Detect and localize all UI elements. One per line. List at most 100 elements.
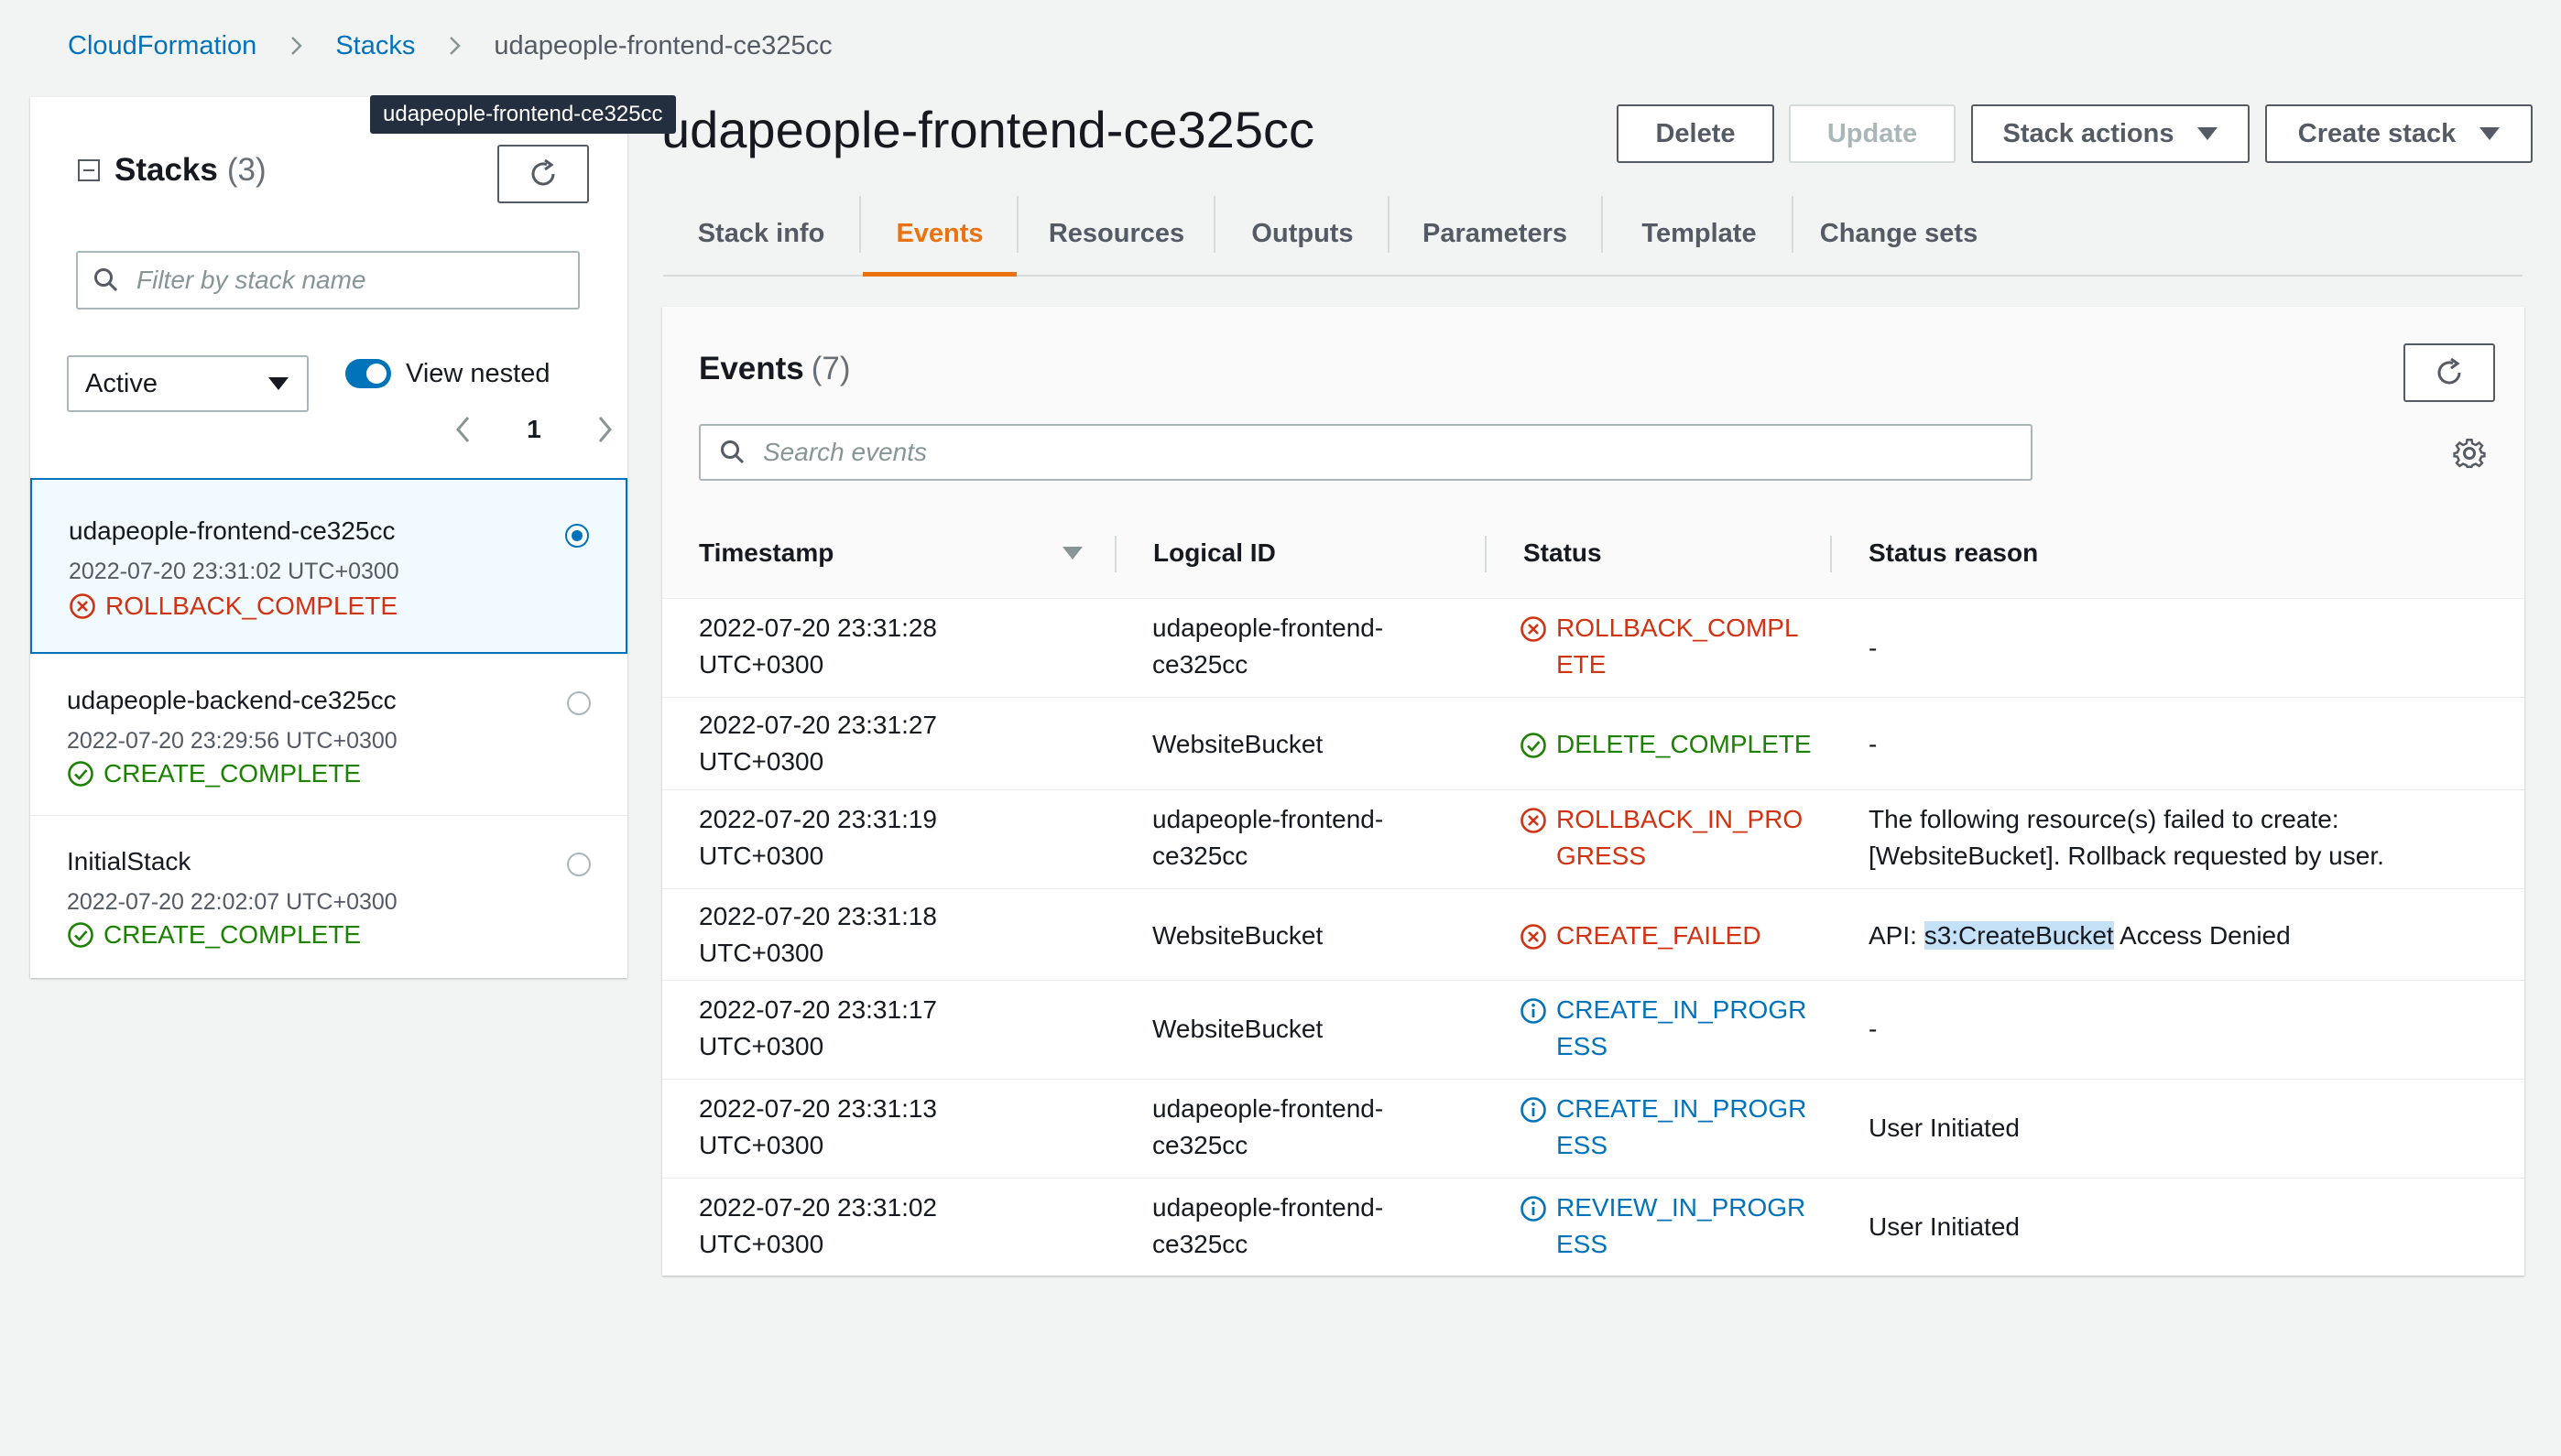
- table-row: 2022-07-20 23:31:27 UTC+0300 WebsiteBucke…: [662, 698, 2524, 790]
- tab-parameters[interactable]: Parameters: [1391, 192, 1598, 275]
- col-status[interactable]: Status: [1523, 508, 1602, 598]
- breadcrumb-current: udapeople-frontend-ce325cc: [494, 30, 833, 60]
- refresh-icon: [2437, 357, 2461, 385]
- status-reason-cell: The following resource(s) failed to crea…: [1869, 805, 2384, 870]
- timestamp-cell: 2022-07-20 23:31:13 UTC+0300: [699, 1094, 937, 1159]
- table-row: 2022-07-20 23:31:17 UTC+0300 WebsiteBucke…: [662, 981, 2524, 1080]
- status-reason-cell: User Initiated: [1869, 1212, 2020, 1241]
- tab-resources[interactable]: Resources: [1020, 192, 1213, 275]
- chevron-right-icon: [291, 37, 303, 55]
- stack-time: 2022-07-20 23:29:56 UTC+0300: [67, 728, 398, 754]
- col-timestamp[interactable]: Timestamp: [699, 508, 834, 598]
- stack-radio[interactable]: [565, 524, 589, 548]
- stack-item[interactable]: InitialStack 2022-07-20 22:02:07 UTC+030…: [30, 815, 627, 978]
- logical-id-cell: WebsiteBucket: [1152, 730, 1324, 758]
- sort-desc-icon[interactable]: [1063, 547, 1083, 560]
- gear-icon[interactable]: [2451, 435, 2488, 472]
- stack-radio[interactable]: [567, 691, 591, 715]
- refresh-icon: [531, 158, 555, 186]
- delete-button[interactable]: Delete: [1617, 104, 1774, 163]
- error-icon: [1520, 808, 1546, 833]
- col-status-reason[interactable]: Status reason: [1869, 508, 2038, 598]
- stack-actions-label: Stack actions: [2002, 118, 2174, 148]
- tab-template[interactable]: Template: [1605, 192, 1793, 275]
- info-icon: [1520, 998, 1546, 1024]
- tab-events[interactable]: Events: [863, 192, 1017, 277]
- status-reason-cell: API: s3:CreateBucket Access Denied: [1869, 921, 2291, 950]
- logical-id-cell: WebsiteBucket: [1152, 921, 1324, 950]
- refresh-stacks-button[interactable]: [497, 145, 589, 203]
- info-icon: [1520, 1196, 1546, 1222]
- tab-outputs[interactable]: Outputs: [1217, 192, 1388, 275]
- breadcrumb: CloudFormation Stacks udapeople-frontend…: [68, 27, 833, 64]
- events-panel: Events(7) Timestamp Logical ID Status St…: [662, 307, 2524, 1276]
- tooltip: udapeople-frontend-ce325cc: [370, 95, 676, 134]
- caret-down-icon: [2197, 127, 2218, 140]
- logical-id-cell: udapeople-frontend-ce325cc: [1152, 614, 1384, 679]
- tab-bar: Stack info Events Resources Outputs Para…: [663, 192, 2523, 277]
- error-icon: [1520, 924, 1546, 950]
- status-cell: ROLLBACK_IN_PRO GRESS: [1520, 801, 1822, 875]
- status-filter-select[interactable]: Active: [67, 355, 309, 412]
- stack-status: CREATE_COMPLETE: [67, 920, 361, 950]
- breadcrumb-stacks[interactable]: Stacks: [335, 31, 415, 61]
- status-reason-cell: -: [1869, 1015, 1878, 1043]
- table-row: 2022-07-20 23:31:18 UTC+0300 WebsiteBucke…: [662, 889, 2524, 981]
- tab-change-sets[interactable]: Change sets: [1795, 192, 2002, 275]
- table-row: 2022-07-20 23:31:13 UTC+0300 udapeople-fr…: [662, 1080, 2524, 1179]
- update-button[interactable]: Update: [1789, 104, 1956, 163]
- stack-item[interactable]: udapeople-frontend-ce325cc 2022-07-20 23…: [30, 478, 627, 654]
- status-cell: CREATE_FAILED: [1520, 918, 1822, 954]
- view-nested-label: View nested: [406, 359, 550, 388]
- timestamp-cell: 2022-07-20 23:31:28 UTC+0300: [699, 614, 937, 679]
- next-page-icon[interactable]: [593, 414, 616, 445]
- error-icon: [1520, 616, 1546, 642]
- status-filter-value: Active: [85, 368, 158, 398]
- create-stack-button[interactable]: Create stack: [2265, 104, 2533, 163]
- pagination: 1: [452, 407, 616, 452]
- search-events-input[interactable]: [761, 437, 2031, 468]
- stack-name: udapeople-frontend-ce325cc: [69, 516, 396, 545]
- collapse-icon[interactable]: [78, 159, 100, 181]
- table-row: 2022-07-20 23:31:28 UTC+0300 udapeople-fr…: [662, 599, 2524, 698]
- stack-item[interactable]: udapeople-backend-ce325cc 2022-07-20 23:…: [30, 654, 627, 815]
- events-title-text: Events: [699, 351, 804, 386]
- events-header: Events (7): [662, 307, 2524, 509]
- table-row: 2022-07-20 23:31:19 UTC+0300 udapeople-fr…: [662, 790, 2524, 889]
- caret-down-icon: [2479, 127, 2501, 140]
- stack-time: 2022-07-20 22:02:07 UTC+0300: [67, 889, 398, 915]
- filter-stacks-input-box[interactable]: [76, 251, 580, 310]
- timestamp-cell: 2022-07-20 23:31:17 UTC+0300: [699, 995, 937, 1060]
- status-reason-cell: User Initiated: [1869, 1114, 2020, 1142]
- create-stack-label: Create stack: [2297, 118, 2457, 148]
- stack-status-text: CREATE_COMPLETE: [104, 920, 362, 949]
- stacks-count: (3): [226, 152, 267, 188]
- tab-stack-info[interactable]: Stack info: [663, 192, 859, 275]
- caret-down-icon: [268, 377, 289, 390]
- status-reason-cell: -: [1869, 634, 1878, 662]
- timestamp-cell: 2022-07-20 23:31:19 UTC+0300: [699, 805, 937, 870]
- col-logical-id[interactable]: Logical ID: [1153, 508, 1276, 598]
- status-cell: CREATE_IN_PROGR ESS: [1520, 992, 1822, 1065]
- refresh-events-button[interactable]: [2403, 343, 2495, 402]
- search-events-box[interactable]: [699, 424, 2032, 481]
- view-nested-toggle[interactable]: [345, 359, 391, 388]
- table-row: 2022-07-20 23:31:02 UTC+0300 udapeople-fr…: [662, 1179, 2524, 1276]
- stack-name: udapeople-backend-ce325cc: [67, 686, 397, 714]
- stack-actions-button[interactable]: Stack actions: [1971, 104, 2250, 163]
- error-icon: [70, 593, 95, 619]
- chevron-right-icon: [450, 37, 462, 55]
- breadcrumb-cloudformation[interactable]: CloudFormation: [68, 31, 256, 61]
- prev-page-icon[interactable]: [452, 414, 475, 445]
- status-cell: ROLLBACK_COMPL ETE: [1520, 610, 1822, 683]
- stacks-header: Stacks (3): [78, 152, 267, 189]
- page-title: udapeople-frontend-ce325cc: [661, 101, 1314, 158]
- info-icon: [1520, 1097, 1546, 1123]
- filter-stacks-input[interactable]: [135, 265, 578, 296]
- stack-radio[interactable]: [567, 853, 591, 876]
- logical-id-cell: udapeople-frontend-ce325cc: [1152, 1094, 1384, 1159]
- stack-time: 2022-07-20 23:31:02 UTC+0300: [69, 559, 399, 584]
- page-number[interactable]: 1: [527, 415, 541, 444]
- status-cell: DELETE_COMPLETE: [1520, 726, 1822, 763]
- search-icon: [721, 440, 745, 464]
